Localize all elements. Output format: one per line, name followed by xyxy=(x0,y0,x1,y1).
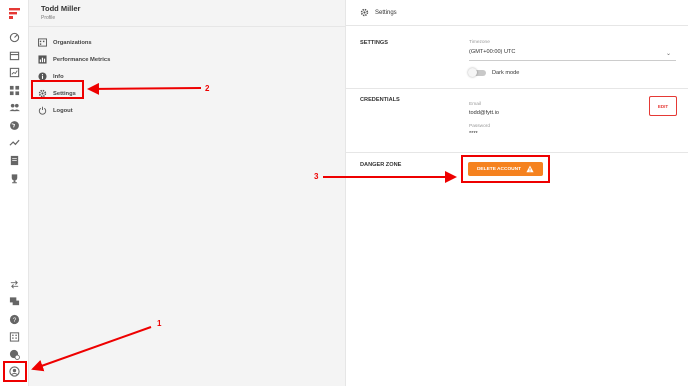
menu-item-label: Info xyxy=(53,73,64,80)
profile-subtitle: Profile xyxy=(41,15,56,21)
password-value: **** xyxy=(469,131,478,137)
menu-item-label: Performance Metrics xyxy=(53,56,111,63)
chevron-down-icon[interactable]: ⌄ xyxy=(666,50,671,57)
chat-icon[interactable] xyxy=(9,296,20,307)
edit-credentials-button[interactable]: EDIT xyxy=(649,96,677,116)
settings-panel: Settings SETTINGS Timezone (GMT+00:00) U… xyxy=(345,0,688,386)
highlight-settings-item xyxy=(31,80,84,99)
menu-item-label: Logout xyxy=(53,107,73,114)
svg-text:?: ? xyxy=(13,317,17,324)
organizations-icon xyxy=(37,38,47,48)
swap-icon[interactable] xyxy=(9,279,20,290)
highlight-profile-icon xyxy=(3,361,27,382)
calendar-icon[interactable] xyxy=(9,50,20,61)
profile-header: Todd Miller Profile xyxy=(29,0,345,27)
dark-mode-label: Dark mode xyxy=(492,70,520,76)
dashboard-icon[interactable] xyxy=(9,32,20,43)
people-icon[interactable] xyxy=(9,102,20,113)
step-number-2: 2 xyxy=(205,84,210,93)
step-number-3: 3 xyxy=(314,172,319,181)
section-heading: CREDENTIALS xyxy=(360,97,400,103)
globe-icon[interactable] xyxy=(9,120,20,131)
timezone-underline xyxy=(469,60,676,61)
email-value: todd@fytt.io xyxy=(469,110,499,116)
grid-icon[interactable] xyxy=(9,85,20,96)
dark-mode-toggle[interactable] xyxy=(468,68,486,77)
menu-item-logout[interactable]: Logout xyxy=(29,102,345,119)
profile-name: Todd Miller xyxy=(41,4,81,13)
toggle-knob xyxy=(468,68,477,77)
menu-item-label: Organizations xyxy=(53,39,92,46)
timezone-select[interactable]: (GMT+00:00) UTC xyxy=(469,49,515,55)
bar-chart-icon xyxy=(37,55,47,65)
password-label: Password xyxy=(469,124,491,129)
section-heading: DANGER ZONE xyxy=(360,162,402,168)
settings-globe-icon[interactable] xyxy=(9,349,20,360)
step-number-1: 1 xyxy=(157,319,162,328)
email-label: Email xyxy=(469,102,481,107)
brand-logo xyxy=(9,8,20,19)
highlight-delete-account xyxy=(461,155,550,183)
app-window: ? Todd Miller Profile Organizations Perf… xyxy=(0,0,688,386)
menu-item-organizations[interactable]: Organizations xyxy=(29,34,345,51)
power-icon xyxy=(37,106,47,116)
credentials-section: CREDENTIALS xyxy=(346,89,688,153)
chart-icon[interactable] xyxy=(9,67,20,78)
settings-section: SETTINGS xyxy=(346,27,688,89)
profile-menu-panel: Todd Miller Profile Organizations Perfor… xyxy=(29,0,345,386)
trophy-icon[interactable] xyxy=(9,173,20,184)
icon-rail: ? xyxy=(0,0,29,386)
building-icon[interactable] xyxy=(9,331,20,342)
settings-header: Settings xyxy=(346,0,688,26)
document-icon[interactable] xyxy=(9,155,20,166)
settings-title: Settings xyxy=(375,9,397,16)
trending-icon[interactable] xyxy=(9,137,20,148)
profile-menu: Organizations Performance Metrics Info S… xyxy=(29,27,345,119)
gear-icon xyxy=(360,8,369,17)
help-icon[interactable]: ? xyxy=(9,314,20,325)
menu-item-performance-metrics[interactable]: Performance Metrics xyxy=(29,51,345,68)
section-heading: SETTINGS xyxy=(360,40,388,46)
timezone-label: Timezone xyxy=(469,40,490,45)
